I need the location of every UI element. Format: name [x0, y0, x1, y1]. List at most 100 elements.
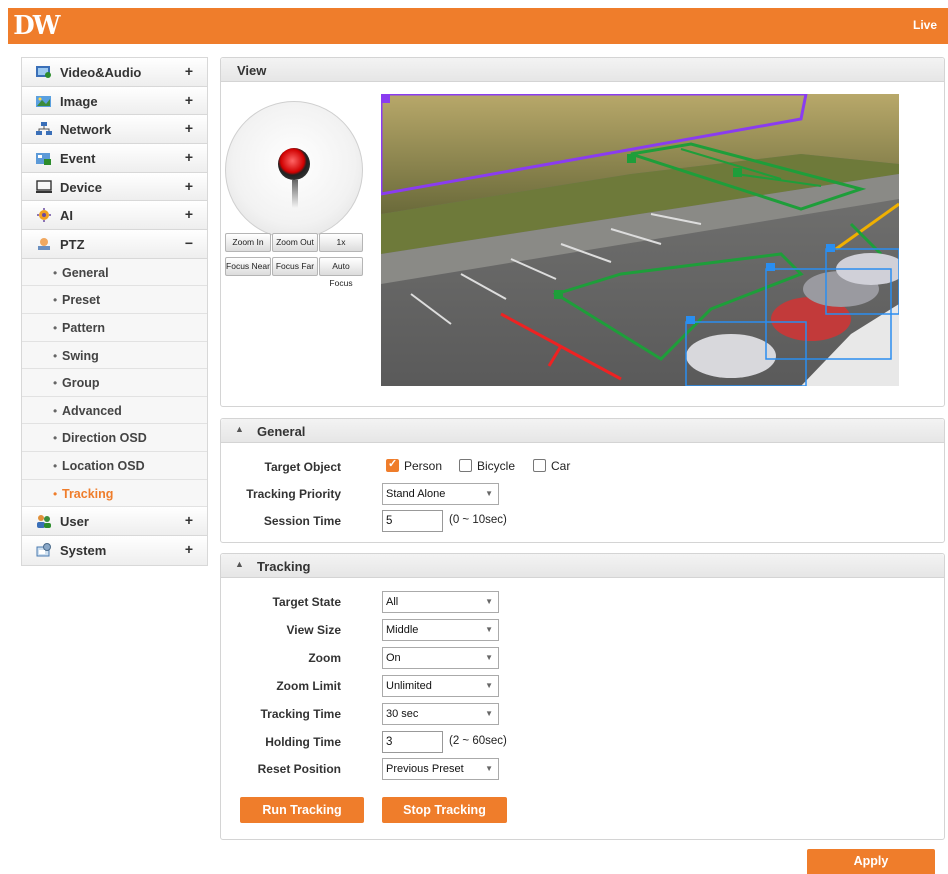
bullet: • — [53, 321, 58, 335]
camera-view[interactable] — [381, 94, 899, 386]
top-bar: DW Live — [8, 8, 948, 44]
view-size-value: Middle — [386, 624, 419, 636]
collapse-caret-icon[interactable]: ▲ — [235, 559, 244, 569]
holding-time-range: (2 ~ 60sec) — [449, 735, 507, 747]
expand-toggle[interactable]: + — [185, 512, 193, 528]
reset-position-label: Reset Position — [257, 762, 341, 776]
view-panel-title: View — [237, 63, 267, 78]
sidebar-subitem-label: Pattern — [62, 321, 106, 335]
general-panel: ▲ General Target Object Person Bicycle C… — [220, 418, 945, 543]
sidebar-item-event[interactable]: Event + — [22, 144, 207, 173]
zoom-out-button[interactable]: Zoom Out — [272, 233, 318, 252]
tracking-priority-value: Stand Alone — [386, 488, 446, 500]
person-checkbox[interactable] — [386, 457, 399, 472]
sidebar-item-ai[interactable]: AI + — [22, 201, 207, 231]
zoom-select[interactable]: On ▼ — [382, 647, 499, 669]
sidebar-subitem-advanced[interactable]: • Advanced — [22, 396, 207, 425]
apply-button[interactable]: Apply — [807, 849, 935, 874]
dropdown-arrow-icon: ▼ — [485, 625, 493, 634]
stop-tracking-button[interactable]: Stop Tracking — [382, 797, 507, 823]
ai-icon — [37, 208, 51, 223]
sidebar-subitem-general[interactable]: • General — [22, 258, 207, 287]
target-state-row: Target State All ▼ — [221, 591, 944, 613]
expand-toggle[interactable]: + — [185, 541, 193, 557]
holding-time-input[interactable]: 3 — [382, 731, 443, 753]
zoom-in-button[interactable]: Zoom In — [225, 233, 271, 252]
bullet: • — [53, 458, 58, 473]
target-object-row: Target Object Person Bicycle Car — [221, 456, 944, 478]
sidebar-subitem-label: Tracking — [62, 486, 114, 501]
sidebar-item-label: Video&Audio — [60, 65, 142, 80]
sidebar-subitem-swing[interactable]: • Swing — [22, 341, 207, 370]
sidebar-subitem-location-osd[interactable]: • Location OSD — [22, 451, 207, 480]
sidebar-item-ptz[interactable]: PTZ − — [22, 230, 207, 259]
sidebar-subitem-preset[interactable]: • Preset — [22, 286, 207, 314]
zone-badge-green-3 — [627, 154, 636, 163]
focus-near-button[interactable]: Focus Near — [225, 257, 271, 276]
sidebar-item-network[interactable]: Network + — [22, 115, 207, 145]
run-tracking-button[interactable]: Run Tracking — [240, 797, 364, 823]
sidebar-subitem-tracking[interactable]: • Tracking — [22, 479, 207, 508]
expand-toggle[interactable]: + — [185, 120, 193, 136]
zone-badge-green-1 — [554, 290, 563, 299]
view-size-label: View Size — [286, 623, 341, 637]
zone-badge-green-3b — [733, 168, 742, 177]
sidebar-subitem-direction-osd[interactable]: • Direction OSD — [22, 424, 207, 452]
session-time-input[interactable]: 5 — [382, 510, 443, 532]
tracking-priority-label: Tracking Priority — [246, 487, 341, 501]
live-link[interactable]: Live — [913, 18, 937, 32]
sidebar-item-user[interactable]: User + — [22, 507, 207, 536]
holding-time-row: Holding Time 3 (2 ~ 60sec) — [221, 731, 944, 753]
sidebar-subitem-pattern[interactable]: • Pattern — [22, 314, 207, 342]
sidebar-item-label: AI — [60, 208, 73, 224]
event-icon — [36, 153, 51, 166]
reset-position-select[interactable]: Previous Preset ▼ — [382, 758, 499, 780]
expand-toggle[interactable]: + — [185, 92, 193, 108]
zoom-label: Zoom — [308, 651, 341, 665]
sidebar-item-label: User — [60, 514, 89, 530]
sidebar-subitem-label: Preset — [62, 293, 101, 308]
sidebar-item-label: Event — [60, 151, 96, 167]
holding-time-label: Holding Time — [265, 735, 341, 749]
dropdown-arrow-icon: ▼ — [485, 653, 493, 662]
car-badge-2 — [766, 263, 775, 271]
target-state-value: All — [386, 596, 399, 608]
zoom-limit-select[interactable]: Unlimited ▼ — [382, 675, 499, 697]
dw-logo[interactable]: DW — [13, 10, 60, 42]
collapse-toggle[interactable]: − — [185, 235, 193, 251]
target-state-select[interactable]: All ▼ — [382, 591, 499, 613]
focus-far-button[interactable]: Focus Far — [272, 257, 318, 276]
expand-toggle[interactable]: + — [185, 206, 193, 222]
sidebar-item-image[interactable]: Image + — [22, 86, 207, 116]
bicycle-checkbox[interactable] — [459, 459, 472, 472]
sidebar-item-system[interactable]: System + — [22, 535, 207, 565]
tracking-panel-header[interactable]: ▲ Tracking — [221, 554, 944, 578]
expand-toggle[interactable]: + — [185, 63, 193, 79]
joystick-knob[interactable] — [278, 148, 310, 180]
view-size-select[interactable]: Middle ▼ — [382, 619, 499, 641]
dropdown-arrow-icon: ▼ — [485, 681, 493, 690]
view-size-row: View Size Middle ▼ — [221, 619, 944, 641]
zoom-row: Zoom On ▼ — [221, 647, 944, 669]
sidebar-item-device[interactable]: Device + — [22, 172, 207, 202]
tracking-time-select[interactable]: 30 sec ▼ — [382, 703, 499, 725]
auto-focus-button[interactable]: Auto Focus — [319, 257, 363, 288]
sidebar-subitem-group[interactable]: • Group — [22, 369, 207, 397]
bullet: • — [53, 265, 58, 280]
dropdown-arrow-icon: ▼ — [485, 709, 493, 718]
collapse-caret-icon[interactable]: ▲ — [235, 424, 244, 434]
car-badge-1 — [686, 316, 695, 324]
expand-toggle[interactable]: + — [185, 149, 193, 165]
expand-toggle[interactable]: + — [185, 178, 193, 194]
general-panel-header[interactable]: ▲ General — [221, 419, 944, 443]
sidebar-subitem-label: Group — [62, 376, 100, 391]
zoom-1x-button[interactable]: 1x — [319, 233, 363, 252]
bullet: • — [53, 486, 58, 501]
reset-position-value: Previous Preset — [386, 763, 464, 775]
sidebar-item-video-audio[interactable]: Video&Audio + — [22, 58, 207, 87]
ptz-joystick[interactable] — [225, 101, 363, 239]
car-checkbox[interactable] — [533, 459, 546, 472]
tracking-priority-select[interactable]: Stand Alone ▼ — [382, 483, 499, 505]
system-icon — [36, 542, 51, 557]
car-label: Car — [551, 459, 571, 473]
